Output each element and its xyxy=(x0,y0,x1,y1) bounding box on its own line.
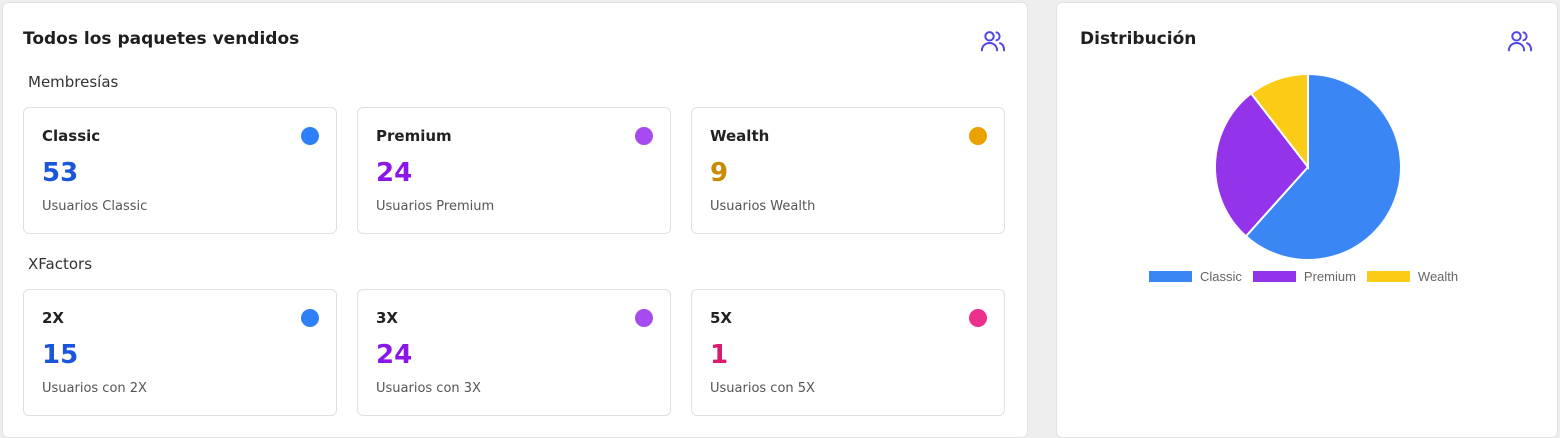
card-name: Classic xyxy=(42,127,101,145)
legend-swatch xyxy=(1252,271,1296,282)
status-dot xyxy=(635,309,653,327)
distribution-panel: Distribución Classic Premium Wealth xyxy=(1056,2,1558,438)
card-count: 1 xyxy=(710,340,729,370)
status-dot xyxy=(301,127,319,145)
users-icon xyxy=(1507,31,1533,52)
status-dot xyxy=(969,309,987,327)
packages-sold-panel: Todos los paquetes vendidos Membresías C… xyxy=(2,2,1028,438)
legend-label: Classic xyxy=(1200,269,1242,284)
panel-title: Todos los paquetes vendidos xyxy=(23,29,300,49)
card-name: Premium xyxy=(376,127,452,145)
package-card-2x: 2X 15 Usuarios con 2X xyxy=(23,289,337,416)
legend-label: Wealth xyxy=(1417,269,1459,284)
card-count: 24 xyxy=(376,340,413,370)
card-subtitle: Usuarios con 5X xyxy=(710,381,815,396)
card-subtitle: Usuarios Classic xyxy=(42,199,148,214)
card-name: 3X xyxy=(376,309,399,327)
legend-label: Premium xyxy=(1303,269,1356,284)
legend-item-wealth[interactable]: Wealth xyxy=(1366,269,1459,284)
package-card-5x: 5X 1 Usuarios con 5X xyxy=(691,289,1005,416)
card-count: 15 xyxy=(42,340,79,370)
legend-swatch xyxy=(1149,271,1192,282)
card-subtitle: Usuarios Wealth xyxy=(710,199,816,214)
status-dot xyxy=(635,127,653,145)
pie-chart xyxy=(1214,72,1402,261)
section-label-membresias: Membresías xyxy=(28,73,119,91)
package-card-wealth: Wealth 9 Usuarios Wealth xyxy=(691,107,1005,234)
status-dot xyxy=(301,309,319,327)
card-name: 2X xyxy=(42,309,65,327)
section-label-xfactors: XFactors xyxy=(28,255,93,273)
legend-item-classic[interactable]: Classic xyxy=(1149,269,1242,284)
card-name: 5X xyxy=(710,309,733,327)
legend-item-premium[interactable]: Premium xyxy=(1252,269,1356,284)
card-subtitle: Usuarios con 2X xyxy=(42,381,147,396)
package-card-premium: Premium 24 Usuarios Premium xyxy=(357,107,671,234)
card-count: 24 xyxy=(376,158,413,188)
package-card-classic: Classic 53 Usuarios Classic xyxy=(23,107,337,234)
package-card-3x: 3X 24 Usuarios con 3X xyxy=(357,289,671,416)
legend-swatch xyxy=(1366,271,1410,282)
panel-title: Distribución xyxy=(1080,29,1197,49)
card-subtitle: Usuarios Premium xyxy=(376,199,495,214)
card-count: 53 xyxy=(42,158,79,188)
chart-legend: Classic Premium Wealth xyxy=(1149,269,1469,284)
card-name: Wealth xyxy=(710,127,770,145)
card-count: 9 xyxy=(710,158,729,188)
card-subtitle: Usuarios con 3X xyxy=(376,381,481,396)
status-dot xyxy=(969,127,987,145)
users-icon xyxy=(980,31,1006,52)
